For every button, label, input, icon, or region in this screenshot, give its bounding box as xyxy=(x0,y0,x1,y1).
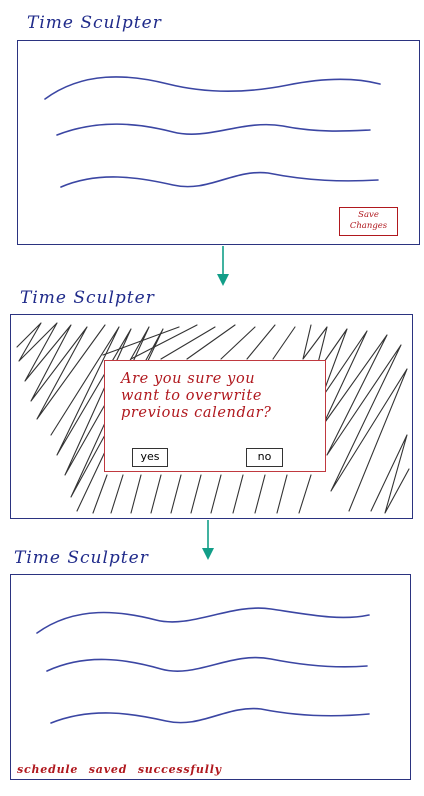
flow-arrow-2 xyxy=(202,520,214,560)
dialog-message-line2: want to overwrite xyxy=(121,388,263,404)
save-button-line1: Save xyxy=(358,210,379,220)
screen3-frame: schedule saved successfully xyxy=(10,574,411,780)
screen1-frame: Save Changes xyxy=(17,40,420,245)
save-button-line2: Changes xyxy=(349,221,388,231)
save-success-message: schedule saved successfully xyxy=(17,763,222,776)
screen1-title: Time Sculpter xyxy=(27,13,162,33)
no-button[interactable]: no xyxy=(246,448,283,467)
screen2-frame: Are you sure you want to overwrite previ… xyxy=(10,314,413,519)
yes-button[interactable]: yes xyxy=(132,448,168,467)
flow-arrow-1 xyxy=(217,246,229,286)
dialog-message-line1: Are you sure you xyxy=(121,371,256,387)
dialog-message: Are you sure you want to overwrite previ… xyxy=(121,371,321,422)
screen3-title: Time Sculpter xyxy=(14,548,149,568)
save-changes-button[interactable]: Save Changes xyxy=(339,207,398,236)
screen3-wave-lines xyxy=(36,607,370,724)
overwrite-confirm-dialog: Are you sure you want to overwrite previ… xyxy=(104,360,326,472)
screen2-title: Time Sculpter xyxy=(20,288,155,308)
dialog-message-line3: previous calendar? xyxy=(121,405,272,421)
